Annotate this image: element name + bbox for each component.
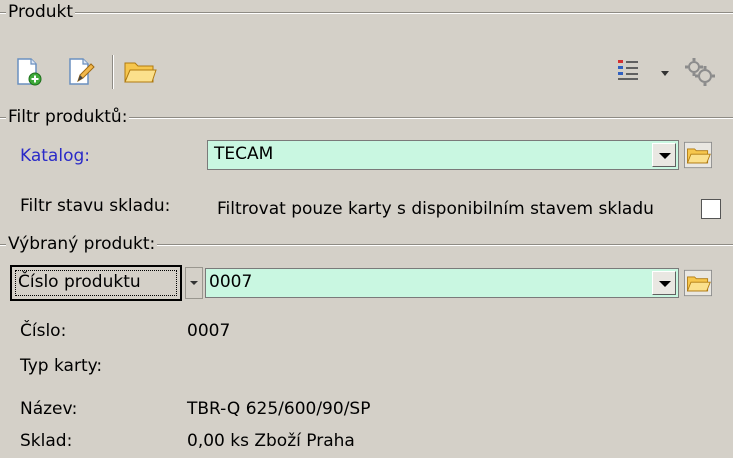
field-stock-label: Sklad: — [20, 431, 73, 451]
stock-filter-checkbox-label: Filtrovat pouze karty s disponibilním st… — [217, 199, 654, 219]
new-document-icon[interactable] — [14, 57, 44, 87]
product-lookup-value: 0007 — [209, 272, 253, 292]
product-group-border — [0, 12, 733, 14]
catalog-dropdown-button[interactable] — [652, 143, 676, 167]
sort-icon[interactable] — [614, 58, 644, 86]
catalog-label: Katalog: — [20, 146, 90, 166]
field-card-type-label: Typ karty: — [20, 356, 103, 376]
catalog-combo[interactable]: TECAM — [207, 140, 679, 170]
field-number-value: 0007 — [187, 321, 231, 341]
product-lookup-combo[interactable]: 0007 — [205, 268, 679, 298]
stock-filter-label: Filtr stavu skladu: — [20, 196, 171, 216]
field-stock-value: 0,00 ks Zboží Praha — [187, 431, 355, 451]
product-lookup-dropdown-button[interactable] — [652, 271, 676, 295]
product-number-button-label: Číslo produktu — [18, 272, 141, 292]
catalog-value: TECAM — [214, 144, 274, 164]
filter-group-title: Filtr produktů: — [6, 107, 130, 127]
gear-icon[interactable] — [682, 55, 716, 87]
field-number-label: Číslo: — [20, 321, 67, 341]
field-name-label: Název: — [20, 399, 78, 419]
product-lookup-folder-icon[interactable] — [684, 268, 712, 298]
toolbar-separator — [112, 55, 114, 89]
product-number-button[interactable]: Číslo produktu — [10, 265, 182, 301]
folder-icon[interactable] — [123, 59, 157, 85]
product-group-title: Produkt — [6, 2, 76, 22]
chevron-down-icon[interactable] — [660, 70, 670, 78]
field-name-value: TBR-Q 625/600/90/SP — [187, 399, 371, 419]
stock-filter-checkbox[interactable] — [701, 199, 721, 219]
edit-document-icon[interactable] — [66, 57, 96, 87]
selected-group-title: Výbraný produkt: — [6, 234, 158, 254]
lookup-type-dropdown[interactable] — [185, 267, 203, 299]
catalog-folder-icon[interactable] — [684, 140, 712, 170]
